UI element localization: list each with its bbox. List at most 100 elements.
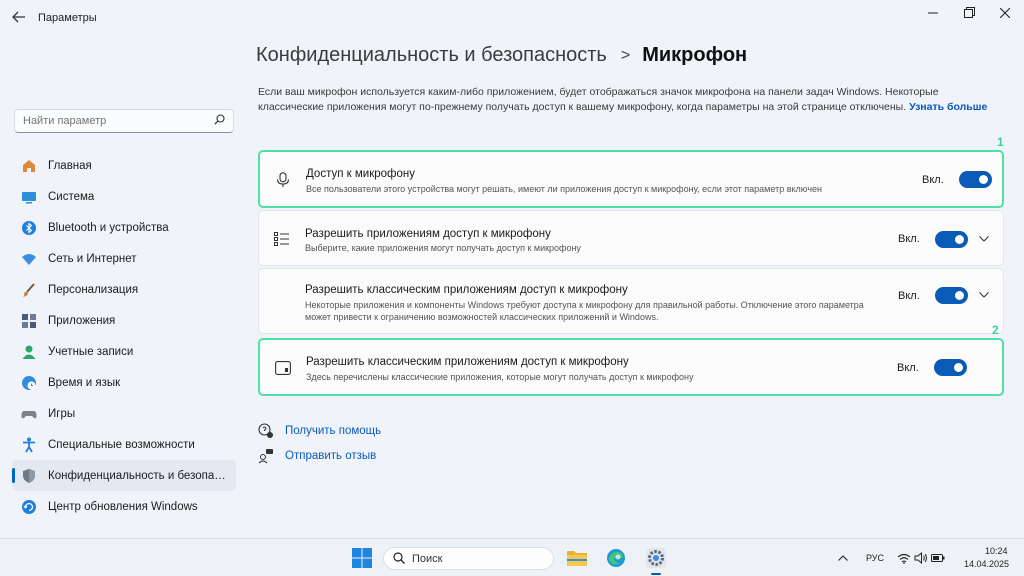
search-input[interactable] xyxy=(15,110,205,132)
sidebar-item-system[interactable]: Система xyxy=(12,181,236,212)
card-title: Разрешить классическим приложениям досту… xyxy=(305,284,628,296)
sidebar-item-label: Центр обновления Windows xyxy=(48,500,198,513)
monitor-icon xyxy=(21,189,37,205)
get-help-row: Получить помощь xyxy=(258,423,381,439)
sidebar-nav: Главная Система Bluetooth и устройства С… xyxy=(12,150,236,522)
taskbar: Поиск РУС 10:24 14.04.2025 xyxy=(0,538,1024,576)
file-explorer-icon xyxy=(567,551,587,566)
description-text: Если ваш микрофон используется каким-либ… xyxy=(258,86,939,113)
wifi-icon xyxy=(21,251,37,267)
toggle-state-label: Вкл. xyxy=(898,233,920,245)
apps-access-card[interactable]: Разрешить приложениям доступ к микрофону… xyxy=(258,210,1004,266)
breadcrumb-parent[interactable]: Конфиденциальность и безопасность xyxy=(256,44,607,67)
sidebar-item-label: Приложения xyxy=(48,314,116,327)
get-help-link[interactable]: Получить помощь xyxy=(285,425,381,437)
home-icon xyxy=(21,158,37,174)
sidebar-item-label: Главная xyxy=(48,159,92,172)
sidebar-item-home[interactable]: Главная xyxy=(12,150,236,181)
sidebar-item-time-language[interactable]: Время и язык xyxy=(12,367,236,398)
bluetooth-icon xyxy=(21,220,37,236)
edge-button[interactable] xyxy=(604,546,628,570)
window-app-icon xyxy=(274,359,292,377)
sidebar-item-bluetooth[interactable]: Bluetooth и устройства xyxy=(12,212,236,243)
maximize-icon xyxy=(963,7,975,18)
sidebar-item-personalization[interactable]: Персонализация xyxy=(12,274,236,305)
desktop-apps-list-card: Разрешить классическим приложениям досту… xyxy=(258,338,1004,396)
settings-search[interactable] xyxy=(14,109,234,133)
feedback-icon xyxy=(258,448,274,464)
chevron-down-icon[interactable] xyxy=(977,232,991,246)
desktop-apps-list-toggle[interactable] xyxy=(934,359,967,376)
sidebar-item-network[interactable]: Сеть и Интернет xyxy=(12,243,236,274)
microphone-access-toggle[interactable] xyxy=(959,171,992,188)
update-icon xyxy=(21,499,37,515)
arrow-left-icon xyxy=(12,11,25,23)
sidebar-item-windows-update[interactable]: Центр обновления Windows xyxy=(12,491,236,522)
language-indicator[interactable]: РУС xyxy=(866,553,884,563)
windows-start-icon xyxy=(352,548,372,568)
globe-clock-icon xyxy=(21,375,37,391)
minimize-button[interactable] xyxy=(918,4,948,24)
card-title: Разрешить приложениям доступ к микрофону xyxy=(305,228,551,240)
send-feedback-link[interactable]: Отправить отзыв xyxy=(285,450,376,462)
sidebar-item-gaming[interactable]: Игры xyxy=(12,398,236,429)
volume-control[interactable] xyxy=(913,546,929,570)
maximize-button[interactable] xyxy=(954,4,984,24)
active-app-indicator xyxy=(651,573,661,575)
chevron-down-icon[interactable] xyxy=(977,288,991,302)
minimize-icon xyxy=(928,12,938,14)
close-button[interactable] xyxy=(990,4,1020,24)
search-icon xyxy=(393,552,405,567)
speaker-icon xyxy=(914,552,927,564)
page-title: Микрофон xyxy=(642,44,748,66)
sidebar-item-label: Система xyxy=(48,190,95,203)
taskbar-search[interactable]: Поиск xyxy=(383,547,554,570)
show-hidden-icons[interactable] xyxy=(836,546,850,570)
page-description: Если ваш микрофон используется каким-либ… xyxy=(258,85,988,115)
learn-more-link[interactable]: Узнать больше xyxy=(909,101,987,113)
desktop-apps-access-toggle[interactable] xyxy=(935,287,968,304)
title-bar: Параметры xyxy=(0,0,1024,36)
apps-icon xyxy=(21,313,37,329)
close-icon xyxy=(999,7,1011,19)
gamepad-icon xyxy=(21,406,37,422)
settings-taskbar-button[interactable] xyxy=(644,546,668,570)
battery-icon xyxy=(931,554,945,562)
help-icon xyxy=(258,423,274,439)
person-icon xyxy=(21,344,37,360)
taskbar-search-placeholder: Поиск xyxy=(412,553,443,565)
settings-icon xyxy=(646,548,666,568)
toggle-state-label: Вкл. xyxy=(897,362,919,374)
card-subtitle: Все пользователи этого устройства могут … xyxy=(306,184,822,194)
clock-date[interactable]: 14.04.2025 xyxy=(964,559,1009,569)
sidebar-item-accounts[interactable]: Учетные записи xyxy=(12,336,236,367)
app-title: Параметры xyxy=(38,12,97,24)
toggle-state-label: Вкл. xyxy=(922,174,944,186)
search-icon xyxy=(214,114,225,128)
annotation-badge: 1 xyxy=(997,135,1004,149)
edge-icon xyxy=(607,549,625,567)
annotation-badge: 2 xyxy=(992,323,999,337)
sidebar-item-label: Сеть и Интернет xyxy=(48,252,137,265)
desktop-apps-access-card[interactable]: Разрешить классическим приложениям досту… xyxy=(258,268,1004,334)
sidebar-item-apps[interactable]: Приложения xyxy=(12,305,236,336)
sidebar-item-privacy[interactable]: Конфиденциальность и безопасн. xyxy=(12,460,236,491)
list-icon xyxy=(273,230,291,248)
chevron-up-icon xyxy=(838,555,848,561)
sidebar-item-label: Bluetooth и устройства xyxy=(48,221,169,234)
back-button[interactable] xyxy=(10,10,28,26)
breadcrumb: Конфиденциальность и безопасность > Микр… xyxy=(256,44,747,67)
sidebar-item-accessibility[interactable]: Специальные возможности xyxy=(12,429,236,460)
file-explorer-button[interactable] xyxy=(565,546,589,570)
wifi-icon xyxy=(897,553,911,564)
apps-access-toggle[interactable] xyxy=(935,231,968,248)
battery-status[interactable] xyxy=(930,546,946,570)
card-title: Доступ к микрофону xyxy=(306,168,415,180)
network-status[interactable] xyxy=(896,546,912,570)
start-button[interactable] xyxy=(350,546,374,570)
sidebar-item-label: Учетные записи xyxy=(48,345,134,358)
sidebar-item-label: Специальные возможности xyxy=(48,438,195,451)
brush-icon xyxy=(21,282,37,298)
card-subtitle: Здесь перечислены классические приложени… xyxy=(306,372,694,382)
clock-time[interactable]: 10:24 xyxy=(985,546,1008,556)
